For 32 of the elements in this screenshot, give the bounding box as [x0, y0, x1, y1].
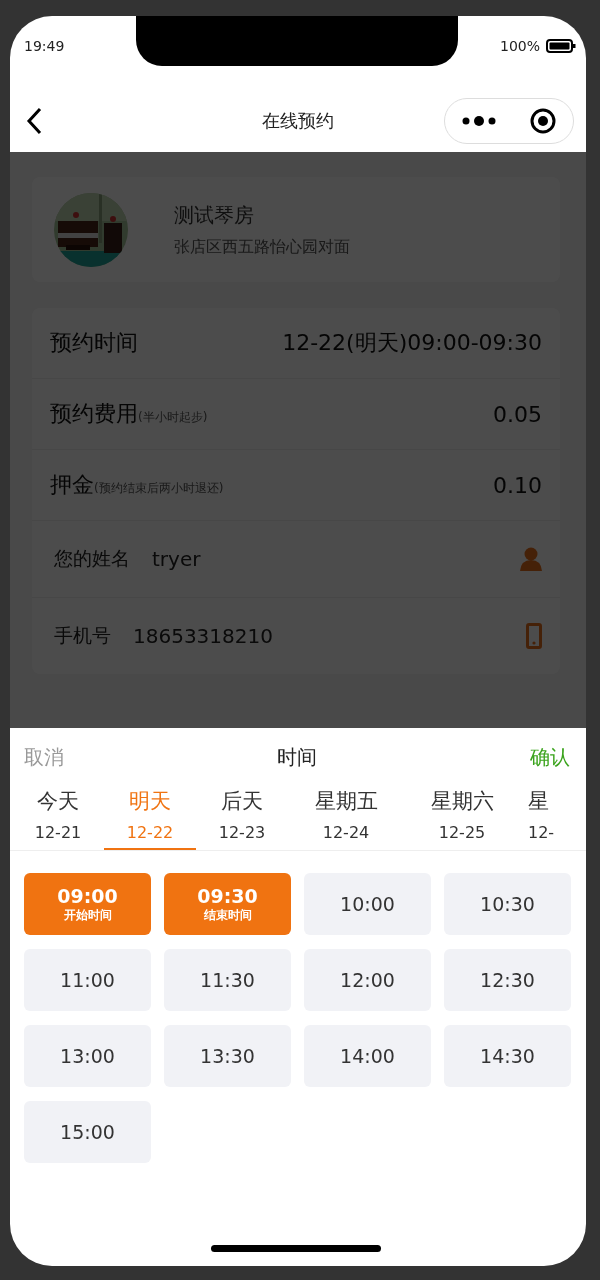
day-tab[interactable]: 星 12-: [520, 779, 568, 850]
more-icon[interactable]: [462, 115, 496, 127]
venue-name: 测试琴房: [174, 201, 255, 229]
back-icon[interactable]: [26, 107, 42, 135]
battery-icon: [546, 39, 576, 53]
day-tab[interactable]: 星期六 12-25: [404, 779, 520, 850]
field-label: 手机号: [53, 623, 111, 648]
detail-value: 0.10: [493, 472, 542, 498]
page-title: 在线预约: [262, 109, 334, 133]
time-slot[interactable]: 13:30: [164, 1025, 291, 1087]
time-slot[interactable]: 11:30: [164, 949, 291, 1011]
time-slot[interactable]: 12:00: [304, 949, 431, 1011]
detail-value: 12-22(明天)09:00-09:30: [282, 329, 542, 357]
time-slot[interactable]: 14:00: [304, 1025, 431, 1087]
detail-label: 预约时间: [50, 329, 138, 357]
time-slot[interactable]: 15:00: [24, 1101, 151, 1163]
day-tab[interactable]: 星期五 12-24: [288, 779, 404, 850]
status-time: 19:49: [24, 38, 65, 54]
day-tab[interactable]: 今天 12-21: [12, 779, 104, 850]
capsule-menu[interactable]: [444, 98, 574, 144]
time-slot[interactable]: 10:00: [304, 873, 431, 935]
day-tab[interactable]: 后天 12-23: [196, 779, 288, 850]
battery-level: 100%: [499, 38, 540, 54]
picker-title: 时间: [277, 744, 317, 771]
time-slot[interactable]: 13:00: [24, 1025, 151, 1087]
time-slot[interactable]: 12:30: [444, 949, 571, 1011]
field-label: 您的姓名: [53, 546, 130, 571]
detail-value: 0.05: [493, 401, 542, 427]
time-slot[interactable]: 14:30: [444, 1025, 571, 1087]
time-slot[interactable]: 11:00: [24, 949, 151, 1011]
close-target-icon[interactable]: [530, 108, 556, 134]
time-slot[interactable]: 10:30: [444, 873, 571, 935]
